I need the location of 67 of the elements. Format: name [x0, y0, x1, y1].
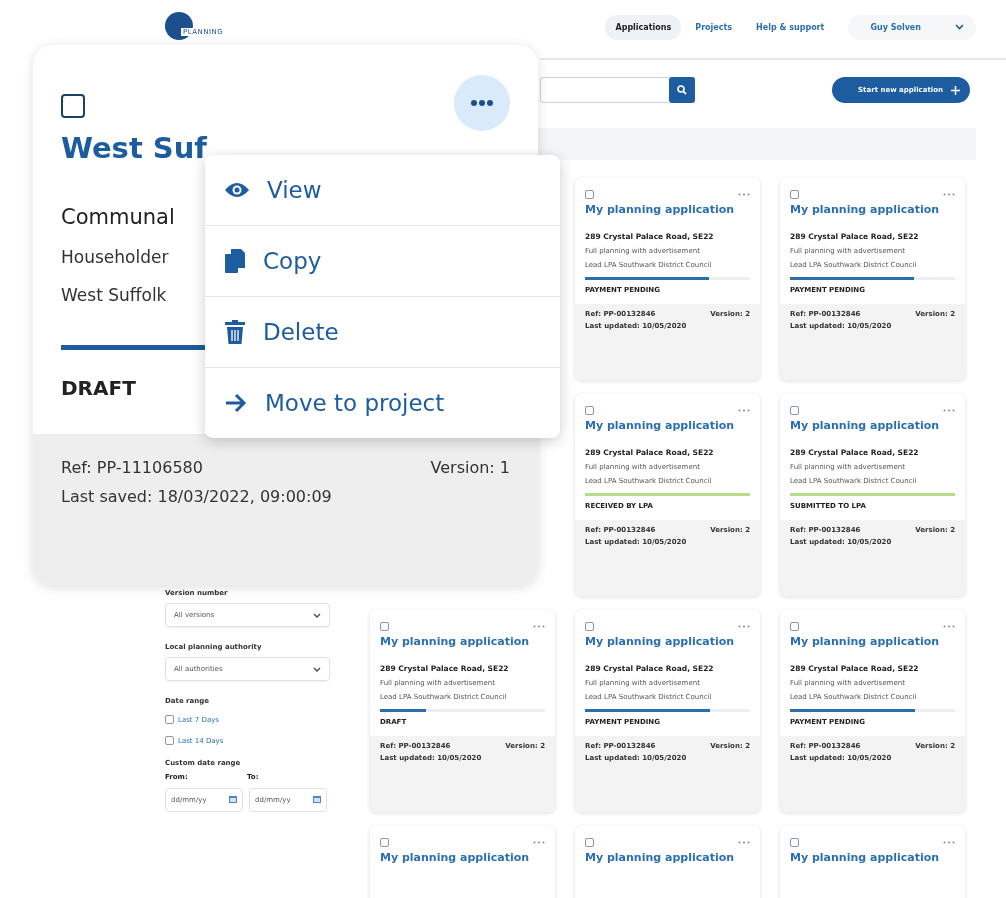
more-icon	[471, 100, 493, 106]
card-status: DRAFT	[61, 376, 136, 400]
menu-item[interactable]: Delete	[205, 297, 560, 368]
checkbox[interactable]	[790, 190, 799, 199]
copy-icon	[225, 249, 245, 273]
menu-item[interactable]: View	[205, 155, 560, 226]
eye-icon	[225, 182, 249, 198]
checkbox[interactable]	[380, 622, 389, 631]
checkbox[interactable]	[585, 838, 594, 847]
card-ref: Ref: PP-11106580	[61, 458, 203, 477]
checkbox[interactable]	[380, 838, 389, 847]
card-title[interactable]: My planning application	[380, 851, 545, 864]
more-icon[interactable]	[533, 841, 545, 844]
application-card[interactable]: My planning application	[370, 826, 555, 898]
checkbox[interactable]	[790, 406, 799, 415]
nav-tab[interactable]: Help & support	[746, 14, 835, 40]
more-icon[interactable]	[533, 625, 545, 628]
card-title[interactable]: My planning application	[790, 203, 955, 216]
more-icon[interactable]	[943, 841, 955, 844]
card-version: Version: 1	[430, 458, 510, 477]
user-menu[interactable]: Guy Solven	[848, 14, 976, 40]
card-type: Householder	[61, 247, 169, 267]
calendar-icon	[229, 795, 237, 803]
more-button[interactable]	[454, 75, 510, 131]
menu-item[interactable]: Copy	[205, 226, 560, 297]
application-card[interactable]: My planning application	[575, 826, 760, 898]
more-icon[interactable]	[738, 193, 750, 196]
more-icon[interactable]	[738, 409, 750, 412]
calendar-icon	[313, 795, 321, 803]
card-saved: Last saved: 18/03/2022, 09:00:09	[61, 487, 333, 506]
chevron-icon	[313, 666, 321, 672]
checkbox[interactable]	[61, 94, 85, 118]
search-icon	[677, 85, 687, 95]
chevron-icon	[955, 24, 964, 30]
search-field[interactable]	[540, 77, 669, 103]
card-title[interactable]: My planning application	[790, 419, 955, 432]
nav-tab[interactable]: Applications	[605, 14, 682, 40]
application-card[interactable]: My planning application	[780, 826, 965, 898]
more-icon[interactable]	[943, 193, 955, 196]
more-icon[interactable]	[738, 841, 750, 844]
trash-icon	[225, 320, 245, 344]
card-title[interactable]: My planning application	[790, 635, 955, 648]
more-icon[interactable]	[738, 625, 750, 628]
checkbox[interactable]	[585, 406, 594, 415]
checkbox[interactable]	[585, 190, 594, 199]
card-title[interactable]: My planning application	[585, 851, 750, 864]
card-title[interactable]: My planning application	[585, 419, 750, 432]
checkbox[interactable]	[165, 736, 174, 745]
chevron-icon	[313, 612, 321, 618]
more-icon[interactable]	[943, 409, 955, 412]
search-button[interactable]	[669, 77, 695, 103]
card-title[interactable]: My planning application	[585, 635, 750, 648]
menu-item[interactable]: Move to project	[205, 368, 560, 438]
nav-tab[interactable]: Projects	[685, 14, 743, 40]
plus-icon	[951, 85, 960, 95]
card-category: Communal	[61, 205, 175, 229]
checkbox[interactable]	[585, 622, 594, 631]
checkbox[interactable]	[790, 622, 799, 631]
card-title[interactable]: My planning application	[790, 851, 955, 864]
arrow-icon	[225, 393, 247, 413]
more-icon[interactable]	[943, 625, 955, 628]
checkbox[interactable]	[790, 838, 799, 847]
card-lpa: West Suffolk	[61, 285, 167, 305]
card-title[interactable]: My planning application	[380, 635, 545, 648]
card-title[interactable]: My planning application	[585, 203, 750, 216]
checkbox[interactable]	[165, 715, 174, 724]
card-title[interactable]: West Suf	[61, 131, 207, 165]
